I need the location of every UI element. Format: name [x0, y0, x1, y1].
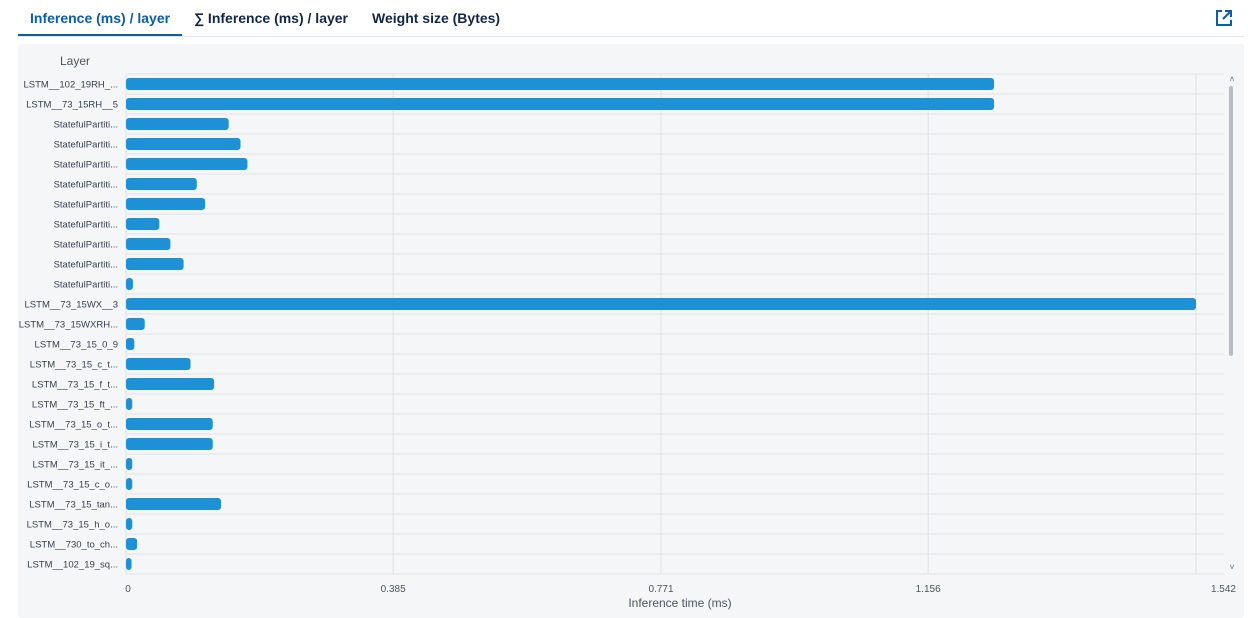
y-tick-label: LSTM__73_15_h_o...: [27, 520, 118, 531]
scroll-up-icon[interactable]: ˄: [1225, 74, 1239, 84]
bar: [126, 318, 145, 330]
y-tick-label: LSTM__102_19RH_...: [23, 80, 118, 91]
y-tick-label: LSTM__73_15_tan...: [29, 500, 118, 511]
y-tick-label: LSTM__73_15_f_t...: [32, 380, 118, 391]
bar: [126, 518, 133, 530]
y-tick-label: LSTM__73_15_i_t...: [32, 440, 118, 451]
bar: [126, 338, 135, 350]
bar: [126, 138, 241, 150]
bar: [126, 258, 184, 270]
y-tick-label: StatefulPartiti...: [54, 200, 118, 211]
bar: [126, 558, 132, 570]
x-tick-label: 1.156: [916, 584, 941, 595]
bar: [126, 198, 206, 210]
y-tick-label: StatefulPartiti...: [54, 240, 118, 251]
bar: [126, 418, 213, 430]
y-tick-label: LSTM__73_15WX__3: [25, 300, 118, 311]
y-tick-label: LSTM__73_15_0_9: [35, 340, 118, 351]
scroll-thumb[interactable]: [1229, 86, 1233, 356]
y-tick-label: StatefulPartiti...: [54, 280, 118, 291]
bar: [126, 278, 133, 290]
x-tick-label: 0.771: [648, 584, 673, 595]
bar: [126, 158, 248, 170]
y-tick-label: LSTM__102_19_sq...: [27, 560, 118, 571]
bar: [126, 298, 1196, 310]
y-tick-label: StatefulPartiti...: [54, 120, 118, 131]
y-tick-label: LSTM__730_to_ch...: [30, 540, 118, 551]
y-tick-label: StatefulPartiti...: [54, 260, 118, 271]
y-tick-label: LSTM__73_15_c_t...: [30, 360, 118, 371]
y-tick-label: StatefulPartiti...: [54, 140, 118, 151]
bar: [126, 78, 995, 90]
y-tick-label: LSTM__73_15_ft_...: [32, 400, 118, 411]
bar: [126, 438, 213, 450]
bar: [126, 118, 229, 130]
bar: [126, 538, 138, 550]
plot-area: [126, 74, 1236, 574]
x-tick-label: 0.385: [381, 584, 406, 595]
bar: [126, 398, 133, 410]
y-tick-label: LSTM__73_15WXRH...: [19, 320, 118, 331]
y-tick-label: LSTM__73_15_o_t...: [29, 420, 118, 431]
bar: [126, 238, 171, 250]
bar-chart: 0 0.385 0.771 1.156 1.542 LSTM__102_19RH_... L…: [19, 73, 1236, 610]
y-tick-label: StatefulPartiti...: [54, 180, 118, 191]
chart-scrollbar[interactable]: ˄ ˅: [1225, 74, 1239, 572]
bar: [126, 458, 133, 470]
y-tick-label: LSTM__73_15_c_o...: [27, 480, 118, 491]
y-tick-label: StatefulPartiti...: [54, 220, 118, 231]
bar: [126, 98, 995, 110]
x-tick-label: 0: [125, 584, 131, 595]
bar: [126, 378, 215, 390]
bar: [126, 498, 222, 510]
bar: [126, 218, 160, 230]
x-tick-label: 1.542: [1211, 584, 1236, 595]
y-tick-label: LSTM__73_15RH__5: [26, 100, 118, 111]
bar: [126, 358, 191, 370]
y-tick-label: StatefulPartiti...: [54, 160, 118, 171]
bar: [126, 478, 133, 490]
y-tick-label: LSTM__73_15_it_...: [32, 460, 118, 471]
bar: [126, 178, 197, 190]
scroll-down-icon[interactable]: ˅: [1225, 562, 1239, 572]
x-axis-title: Inference time (ms): [628, 596, 731, 610]
